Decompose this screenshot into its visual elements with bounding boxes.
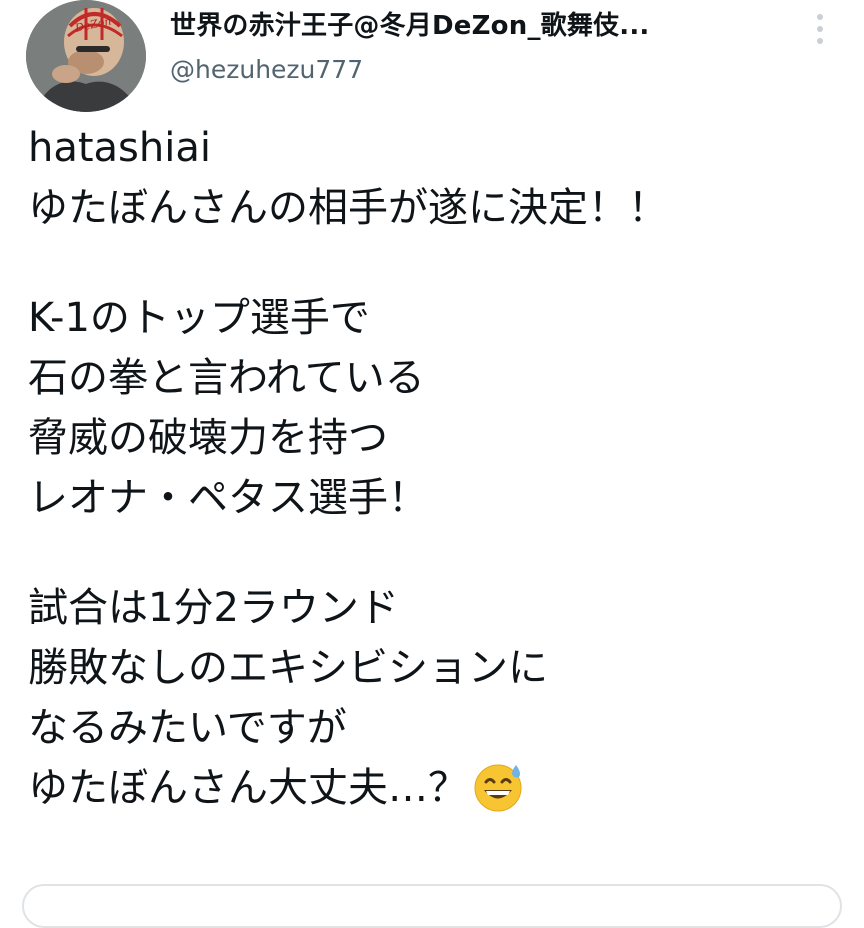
tweet-text: hatashiai ゆたぼんさんの相手が遂に決定！！ K-1のトップ選手で 石の… — [28, 118, 848, 818]
tweet-line-last: ゆたぼんさん大丈夫…？ — [28, 758, 848, 818]
tweet-line: 勝敗なしのエキシビションに — [28, 645, 548, 691]
tweet: DeZon 世界の赤汁王子@冬月DeZon_歌舞伎... @hezuhezu77… — [0, 0, 864, 928]
author-handle[interactable]: @hezuhezu777 — [170, 50, 790, 90]
tweet-line: なるみたいですが — [28, 705, 347, 751]
tweet-line: 石の拳と言われている — [28, 355, 425, 401]
tweet-line: レオナ・ペタス選手！ — [28, 475, 428, 521]
grinning-face-with-sweat-icon — [472, 761, 524, 830]
quote-card-top-edge[interactable] — [22, 884, 842, 928]
tweet-line: hatashiai — [28, 125, 211, 171]
tweet-line: K-1のトップ選手で — [28, 295, 370, 341]
author-display-name[interactable]: 世界の赤汁王子@冬月DeZon_歌舞伎... — [170, 6, 790, 46]
dot — [817, 26, 823, 32]
tweet-line: 試合は1分2ラウンド — [28, 585, 399, 631]
author-block: 世界の赤汁王子@冬月DeZon_歌舞伎... @hezuhezu777 — [170, 6, 790, 90]
avatar-image: DeZon — [26, 0, 146, 112]
tweet-line: ゆたぼんさんの相手が遂に決定！！ — [28, 185, 668, 231]
more-options-icon[interactable] — [812, 14, 828, 44]
avatar[interactable]: DeZon — [26, 0, 146, 112]
tweet-line: 脅威の破壊力を持つ — [28, 415, 388, 461]
dot — [817, 38, 823, 44]
tweet-line-last-text: ゆたぼんさん大丈夫…？ — [28, 765, 468, 811]
dot — [817, 14, 823, 20]
